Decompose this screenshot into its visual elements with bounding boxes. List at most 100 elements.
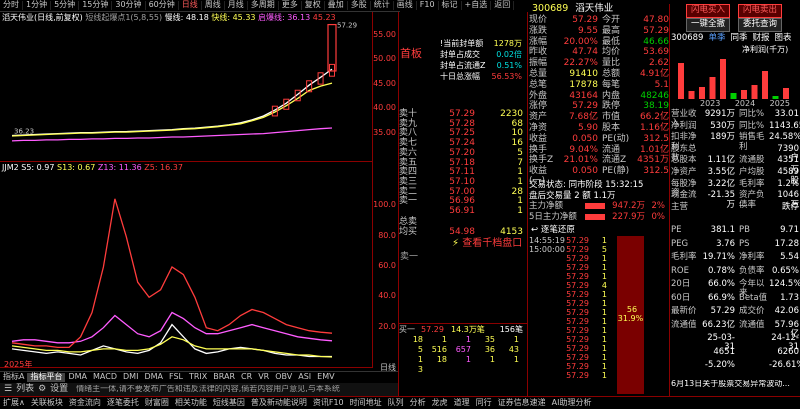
period-tab[interactable]: 月线 [225, 0, 248, 10]
announcement[interactable]: 6月13日关于股票交易异常波动... [671, 380, 799, 389]
list-button[interactable]: 列表 [16, 384, 34, 395]
status-item[interactable]: AI助理分析 [549, 398, 595, 408]
tick-list[interactable]: 14:55:19 57.29 1 15:00:00 57.29 5 57.29 1 57.29 1… [529, 236, 669, 380]
fin-tab[interactable]: 同季 [730, 33, 747, 43]
indicator-svg [11, 198, 333, 358]
toolbar-tool[interactable]: F10 [417, 0, 439, 10]
y-tick: 20.0 [378, 321, 396, 331]
toolbar-tool[interactable]: 多股 [348, 0, 371, 10]
stat-value: 0.51% [496, 61, 522, 70]
indicator-tab[interactable]: DMI [120, 372, 141, 382]
indicator-tab[interactable]: DMA [141, 372, 166, 382]
fin-key: 净资产 [671, 167, 697, 177]
gear-icon[interactable]: ⚙ [34, 384, 50, 395]
status-item[interactable]: 逐笔委托 [104, 398, 142, 408]
val-key [671, 334, 701, 346]
chat-input[interactable]: 情绪主一体,请不要发布广告和违反法律的内容,倘若内容用户意见,与本系统 [76, 385, 376, 394]
toolbar-tool[interactable]: 标记 [439, 0, 462, 10]
period-tab[interactable]: 分时 [0, 0, 23, 10]
period-tab[interactable]: 多周期 [248, 0, 279, 10]
indicator-tab[interactable]: OBV [272, 372, 295, 382]
toolbar-tool[interactable]: 复权 [302, 0, 325, 10]
tick-cell: 1 [601, 236, 607, 245]
indicator-tab[interactable]: DMA [65, 372, 90, 382]
list-icon[interactable]: ☰ [0, 384, 16, 395]
indicator-tab[interactable]: 指标平台 [27, 372, 66, 382]
period-tab[interactable]: 周线 [202, 0, 225, 10]
status-item[interactable]: 证券信息速递 [495, 398, 549, 408]
status-item[interactable]: 同行 [473, 398, 495, 408]
toolbar-tool[interactable]: 叠加 [325, 0, 348, 10]
val-row: 毛利率 19.71% 净利率 5.54 [671, 252, 799, 265]
period-tab-daily[interactable]: 日线 [179, 0, 202, 10]
view-depth-link[interactable]: ⚡ 查看千档盘口 [452, 238, 522, 249]
stat-key: 十日总涨幅 [440, 72, 480, 81]
indicator-tab[interactable]: FSL [166, 372, 186, 382]
indicator-chart[interactable]: JJM2 S5: 0.97 S13: 0.67 Z13: 11.36 Z5: 1… [0, 162, 372, 368]
period-tab[interactable]: 60分钟 [146, 0, 179, 10]
lightning-icon: ⚡ [452, 238, 460, 249]
toolbar-tool[interactable]: 画线 [394, 0, 417, 10]
profit-bar [709, 77, 716, 99]
indicator-tab[interactable]: MACD [90, 372, 120, 382]
status-item[interactable]: 扩展∧ [0, 398, 28, 408]
tick-row: 57.29 1 [529, 371, 669, 380]
indicator-tab[interactable]: ASI [295, 372, 314, 382]
period-tab[interactable]: 15分钟 [79, 0, 113, 10]
order-query-button[interactable]: 委托查询 [738, 18, 782, 32]
fin-tab[interactable]: 财报 [752, 33, 769, 43]
period-tab[interactable]: 1分钟 [23, 0, 52, 10]
indicator-tab[interactable]: VR [255, 372, 272, 382]
indicator-tab[interactable]: TRIX [186, 372, 210, 382]
tick-row: 57.29 4 [529, 281, 669, 290]
val-key: 负债率 [739, 265, 765, 276]
toolbar-tool[interactable]: 返回 [491, 0, 515, 10]
toolbar-tool[interactable]: +自选 [462, 0, 492, 10]
status-item[interactable]: 相关功能 [172, 398, 210, 408]
status-item[interactable]: 道理 [451, 398, 473, 408]
val-value: 6260 [777, 346, 799, 357]
val-key [739, 361, 769, 373]
fin-tab[interactable]: 单季 [708, 33, 725, 43]
ask-levels: 卖十 57.29 2230 卖九 57.28 68 卖八 57.25 10 卖七 57.24 16 卖六… [399, 109, 526, 217]
val-key: 流通值 [671, 319, 697, 330]
flash-sell-button[interactable]: 闪电卖出 [738, 4, 782, 18]
kline-chart[interactable]: 滔天伟业(日线,前复权) 短线起爆点1(5,8,55) 慢线: 48.18 快线… [0, 12, 372, 162]
trade-status: 交易状态: 同市阶段 15:32:15 盘后交易量 2 额 1.1万 主力净额 9… [529, 180, 669, 222]
fin-tab[interactable]: 图表 [775, 33, 792, 43]
queue-cell: 43 [508, 345, 519, 354]
status-item[interactable]: 短线基因 [210, 398, 248, 408]
tick-cell: 57.29 [566, 281, 589, 290]
quote-key: 每笔 [602, 79, 621, 90]
status-item[interactable]: 分析 [407, 398, 429, 408]
ask-row[interactable]: 56.91 1 [399, 206, 526, 217]
status-item[interactable]: 资讯F10 [310, 398, 347, 408]
val-key: 净利率 [739, 252, 765, 262]
status-item[interactable]: 普及新动能说明 [248, 398, 310, 408]
status-item[interactable]: 关联板块 [28, 398, 66, 408]
period-tab[interactable]: 30分钟 [112, 0, 146, 10]
bid-volume: 4153 [500, 226, 523, 237]
flow-bar [585, 213, 605, 220]
status-item[interactable]: 队列 [385, 398, 407, 408]
cancel-all-button[interactable]: 一键全撤 [686, 18, 730, 32]
indicator-tab[interactable]: CR [238, 372, 255, 382]
val-row: 20日 66.0% 今年以来 124.5% [671, 279, 800, 297]
status-item[interactable]: 资金流向 [66, 398, 104, 408]
val-key: 20日 [671, 279, 691, 289]
toolbar-tool[interactable]: 统计 [371, 0, 394, 10]
settings-button[interactable]: 设置 [50, 384, 68, 395]
status-item[interactable]: 龙虎 [429, 398, 451, 408]
val-value: 4651 [713, 346, 735, 357]
status-item[interactable]: 财富圈 [142, 398, 172, 408]
indicator-tab[interactable]: 指标A [0, 372, 27, 382]
period-tab[interactable]: 5分钟 [51, 0, 80, 10]
status-item[interactable]: 时间地址 [347, 398, 385, 408]
val-value: 124.5% [769, 279, 800, 289]
tick-row: 57.29 1 [529, 290, 669, 299]
flash-buy-button[interactable]: 闪电买入 [686, 4, 730, 18]
indicator-tab[interactable]: BRAR [210, 372, 238, 382]
quote-key: 收益 [529, 133, 548, 144]
indicator-tab[interactable]: EMV [314, 372, 337, 382]
period-tab[interactable]: 更多 [279, 0, 302, 10]
